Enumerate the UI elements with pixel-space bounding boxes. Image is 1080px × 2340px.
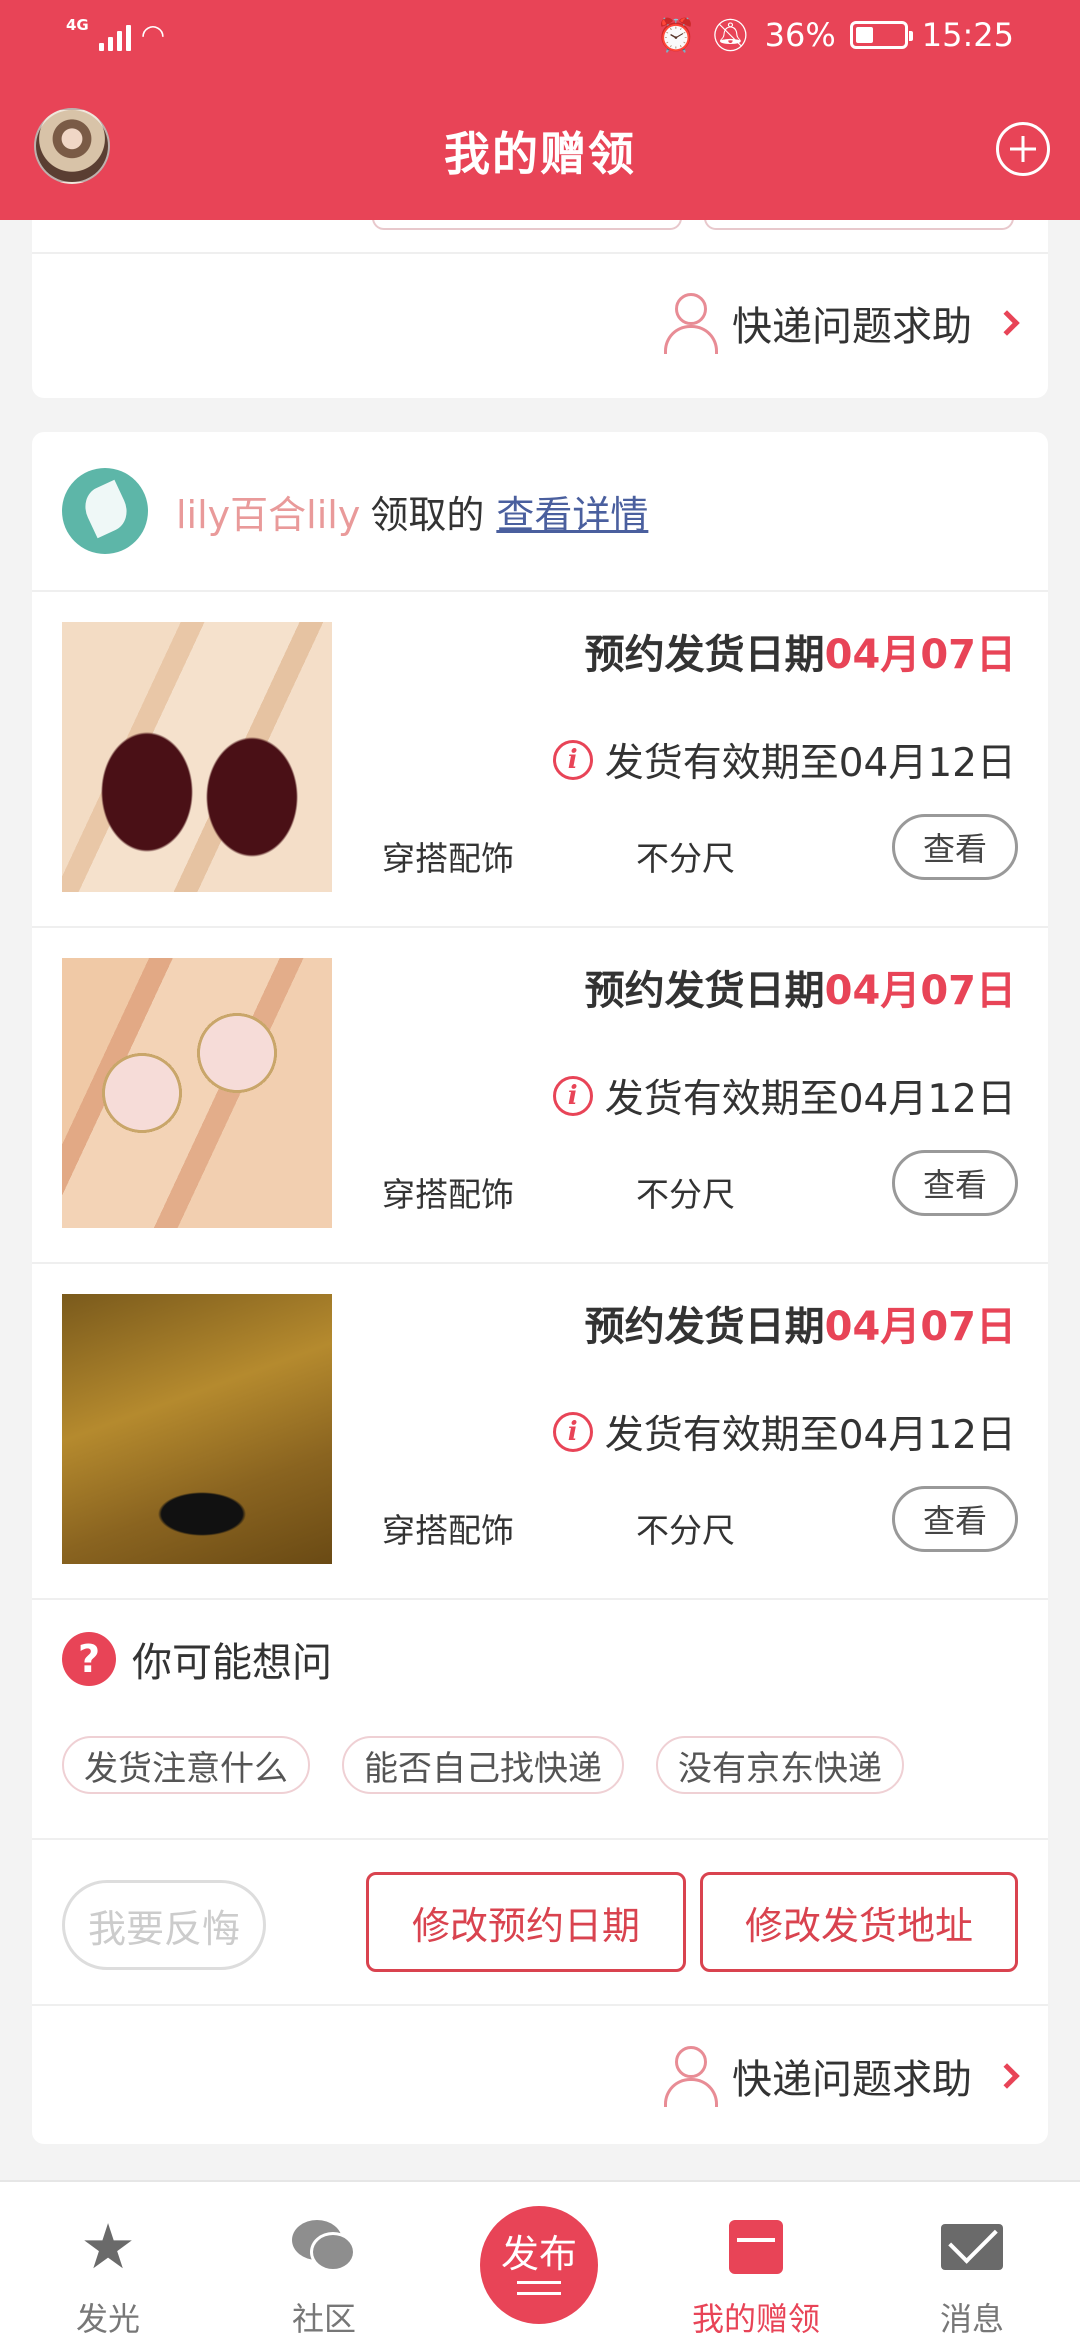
alarm-icon: ⏰ <box>656 16 697 54</box>
view-button[interactable]: 查看 <box>892 1486 1018 1552</box>
nav-label: 消息 <box>939 2300 1004 2338</box>
ship-date: 预约发货日期04月07日 <box>585 1294 1016 1352</box>
wifi-icon: ◠ <box>140 18 166 51</box>
product-image[interactable] <box>62 958 332 1228</box>
faq-chips: 发货注意什么 能否自己找快递 没有京东快递 <box>62 1736 904 1794</box>
faq-chip[interactable]: 发货注意什么 <box>62 1736 310 1794</box>
view-button[interactable]: 查看 <box>892 814 1018 880</box>
faq-section: ? 你可能想问 发货注意什么 能否自己找快递 没有京东快递 <box>32 1600 1048 1840</box>
claimer-name[interactable]: lily百合lily <box>176 484 360 539</box>
faq-title-text: 你可能想问 <box>132 1640 332 1686</box>
nav-item-community[interactable]: 社区 <box>216 2182 432 2340</box>
faq-chip[interactable]: 能否自己找快递 <box>342 1736 624 1794</box>
status-bar: 4G ◠ ⏰ 🔕︎ 36% 15:25 <box>0 0 1080 76</box>
battery-percent: 36% <box>764 16 836 54</box>
category-label: 穿搭配饰 <box>382 1511 514 1550</box>
mute-icon: 🔕︎ <box>710 16 751 54</box>
express-help-label: 快递问题求助 <box>732 2057 972 2103</box>
ship-date: 预约发货日期04月07日 <box>585 622 1016 680</box>
nav-item-glow[interactable]: ★ 发光 <box>0 2182 216 2340</box>
nav-label: 我的赠领 <box>691 2300 820 2338</box>
status-left: 4G ◠ <box>66 18 165 51</box>
faq-title: ? 你可能想问 <box>62 1630 332 1688</box>
action-bar: 我要反悔 修改预约日期 修改发货地址 <box>32 1840 1048 2006</box>
list-item: 预约发货日期04月07日 i 发货有效期至04月12日 穿搭配饰 不分尺 查看 <box>32 928 1048 1264</box>
size-label: 不分尺 <box>636 1511 735 1550</box>
change-date-button[interactable]: 修改预约日期 <box>366 1872 686 1972</box>
claimer-avatar[interactable] <box>62 468 148 554</box>
list-item: 预约发货日期04月07日 i 发货有效期至04月12日 穿搭配饰 不分尺 查看 <box>32 1264 1048 1600</box>
ship-date-value: 04月07日 <box>824 1304 1016 1350</box>
validity: i 发货有效期至04月12日 <box>552 1404 1016 1460</box>
nav-item-my-gifts[interactable]: 我的赠领 <box>648 2182 864 2340</box>
page-title: 我的赠领 <box>444 127 636 181</box>
ship-date-value: 04月07日 <box>824 968 1016 1014</box>
info-icon: i <box>552 1076 593 1116</box>
claim-card: lily百合lily 领取的 查看详情 预约发货日期04月07日 i 发货有效期… <box>32 432 1048 2144</box>
add-button[interactable] <box>996 122 1050 176</box>
user-icon <box>662 293 718 354</box>
app-header: 4G ◠ ⏰ 🔕︎ 36% 15:25 我的赠领 <box>0 0 1080 220</box>
validity-text: 发货有效期至04月12日 <box>604 741 1016 786</box>
category-label: 穿搭配饰 <box>382 1175 514 1214</box>
battery-icon <box>849 21 913 49</box>
ship-date-label: 预约发货日期 <box>584 632 825 678</box>
view-detail-link[interactable]: 查看详情 <box>496 484 648 539</box>
product-image[interactable] <box>62 1294 332 1564</box>
size-label: 不分尺 <box>636 1175 735 1214</box>
claim-header: lily百合lily 领取的 查看详情 <box>32 432 1048 592</box>
product-image[interactable] <box>62 622 332 892</box>
list-item: 预约发货日期04月07日 i 发货有效期至04月12日 穿搭配饰 不分尺 查看 <box>32 592 1048 928</box>
nav-label: 发光 <box>75 2300 140 2338</box>
regret-button[interactable]: 我要反悔 <box>62 1880 266 1970</box>
publish-button[interactable]: 发布 <box>480 2206 598 2324</box>
validity-text: 发货有效期至04月12日 <box>604 1413 1016 1458</box>
user-icon <box>662 2046 718 2107</box>
mail-icon <box>940 2216 1004 2278</box>
claim-suffix: 领取的 <box>370 492 485 537</box>
chat-icon <box>292 2216 356 2278</box>
ship-date: 预约发货日期04月07日 <box>585 958 1016 1016</box>
nav-item-messages[interactable]: 消息 <box>864 2182 1080 2340</box>
express-help-row[interactable]: 快递问题求助 <box>32 2006 1048 2144</box>
status-right: ⏰ 🔕︎ 36% 15:25 <box>656 16 1014 54</box>
validity-text: 发货有效期至04月12日 <box>604 1077 1016 1122</box>
validity: i 发货有效期至04月12日 <box>552 1068 1016 1124</box>
chevron-right-icon <box>994 2063 1020 2089</box>
info-icon: i <box>552 740 593 780</box>
change-address-button[interactable]: 修改发货地址 <box>700 1872 1018 1972</box>
view-button[interactable]: 查看 <box>892 1150 1018 1216</box>
faq-chip[interactable]: 没有京东快递 <box>656 1736 904 1794</box>
menu-lines-icon <box>517 2281 561 2295</box>
signal-icon <box>98 21 131 51</box>
question-icon: ? <box>62 1632 116 1686</box>
ship-date-value: 04月07日 <box>824 632 1016 678</box>
clock: 15:25 <box>921 16 1014 54</box>
ship-date-label: 预约发货日期 <box>584 968 825 1014</box>
express-help-label: 快递问题求助 <box>732 304 972 350</box>
size-label: 不分尺 <box>636 839 735 878</box>
publish-label: 发布 <box>500 2232 577 2276</box>
network-type: 4G <box>66 16 89 34</box>
category-label: 穿搭配饰 <box>382 839 514 878</box>
gift-box-icon <box>724 2216 788 2278</box>
chevron-right-icon <box>994 310 1020 336</box>
info-icon: i <box>552 1412 593 1452</box>
star-icon: ★ <box>80 2210 136 2283</box>
express-help-row[interactable]: 快递问题求助 <box>32 252 1048 392</box>
nav-label: 社区 <box>291 2300 356 2338</box>
validity: i 发货有效期至04月12日 <box>552 732 1016 788</box>
ship-date-label: 预约发货日期 <box>584 1304 825 1350</box>
